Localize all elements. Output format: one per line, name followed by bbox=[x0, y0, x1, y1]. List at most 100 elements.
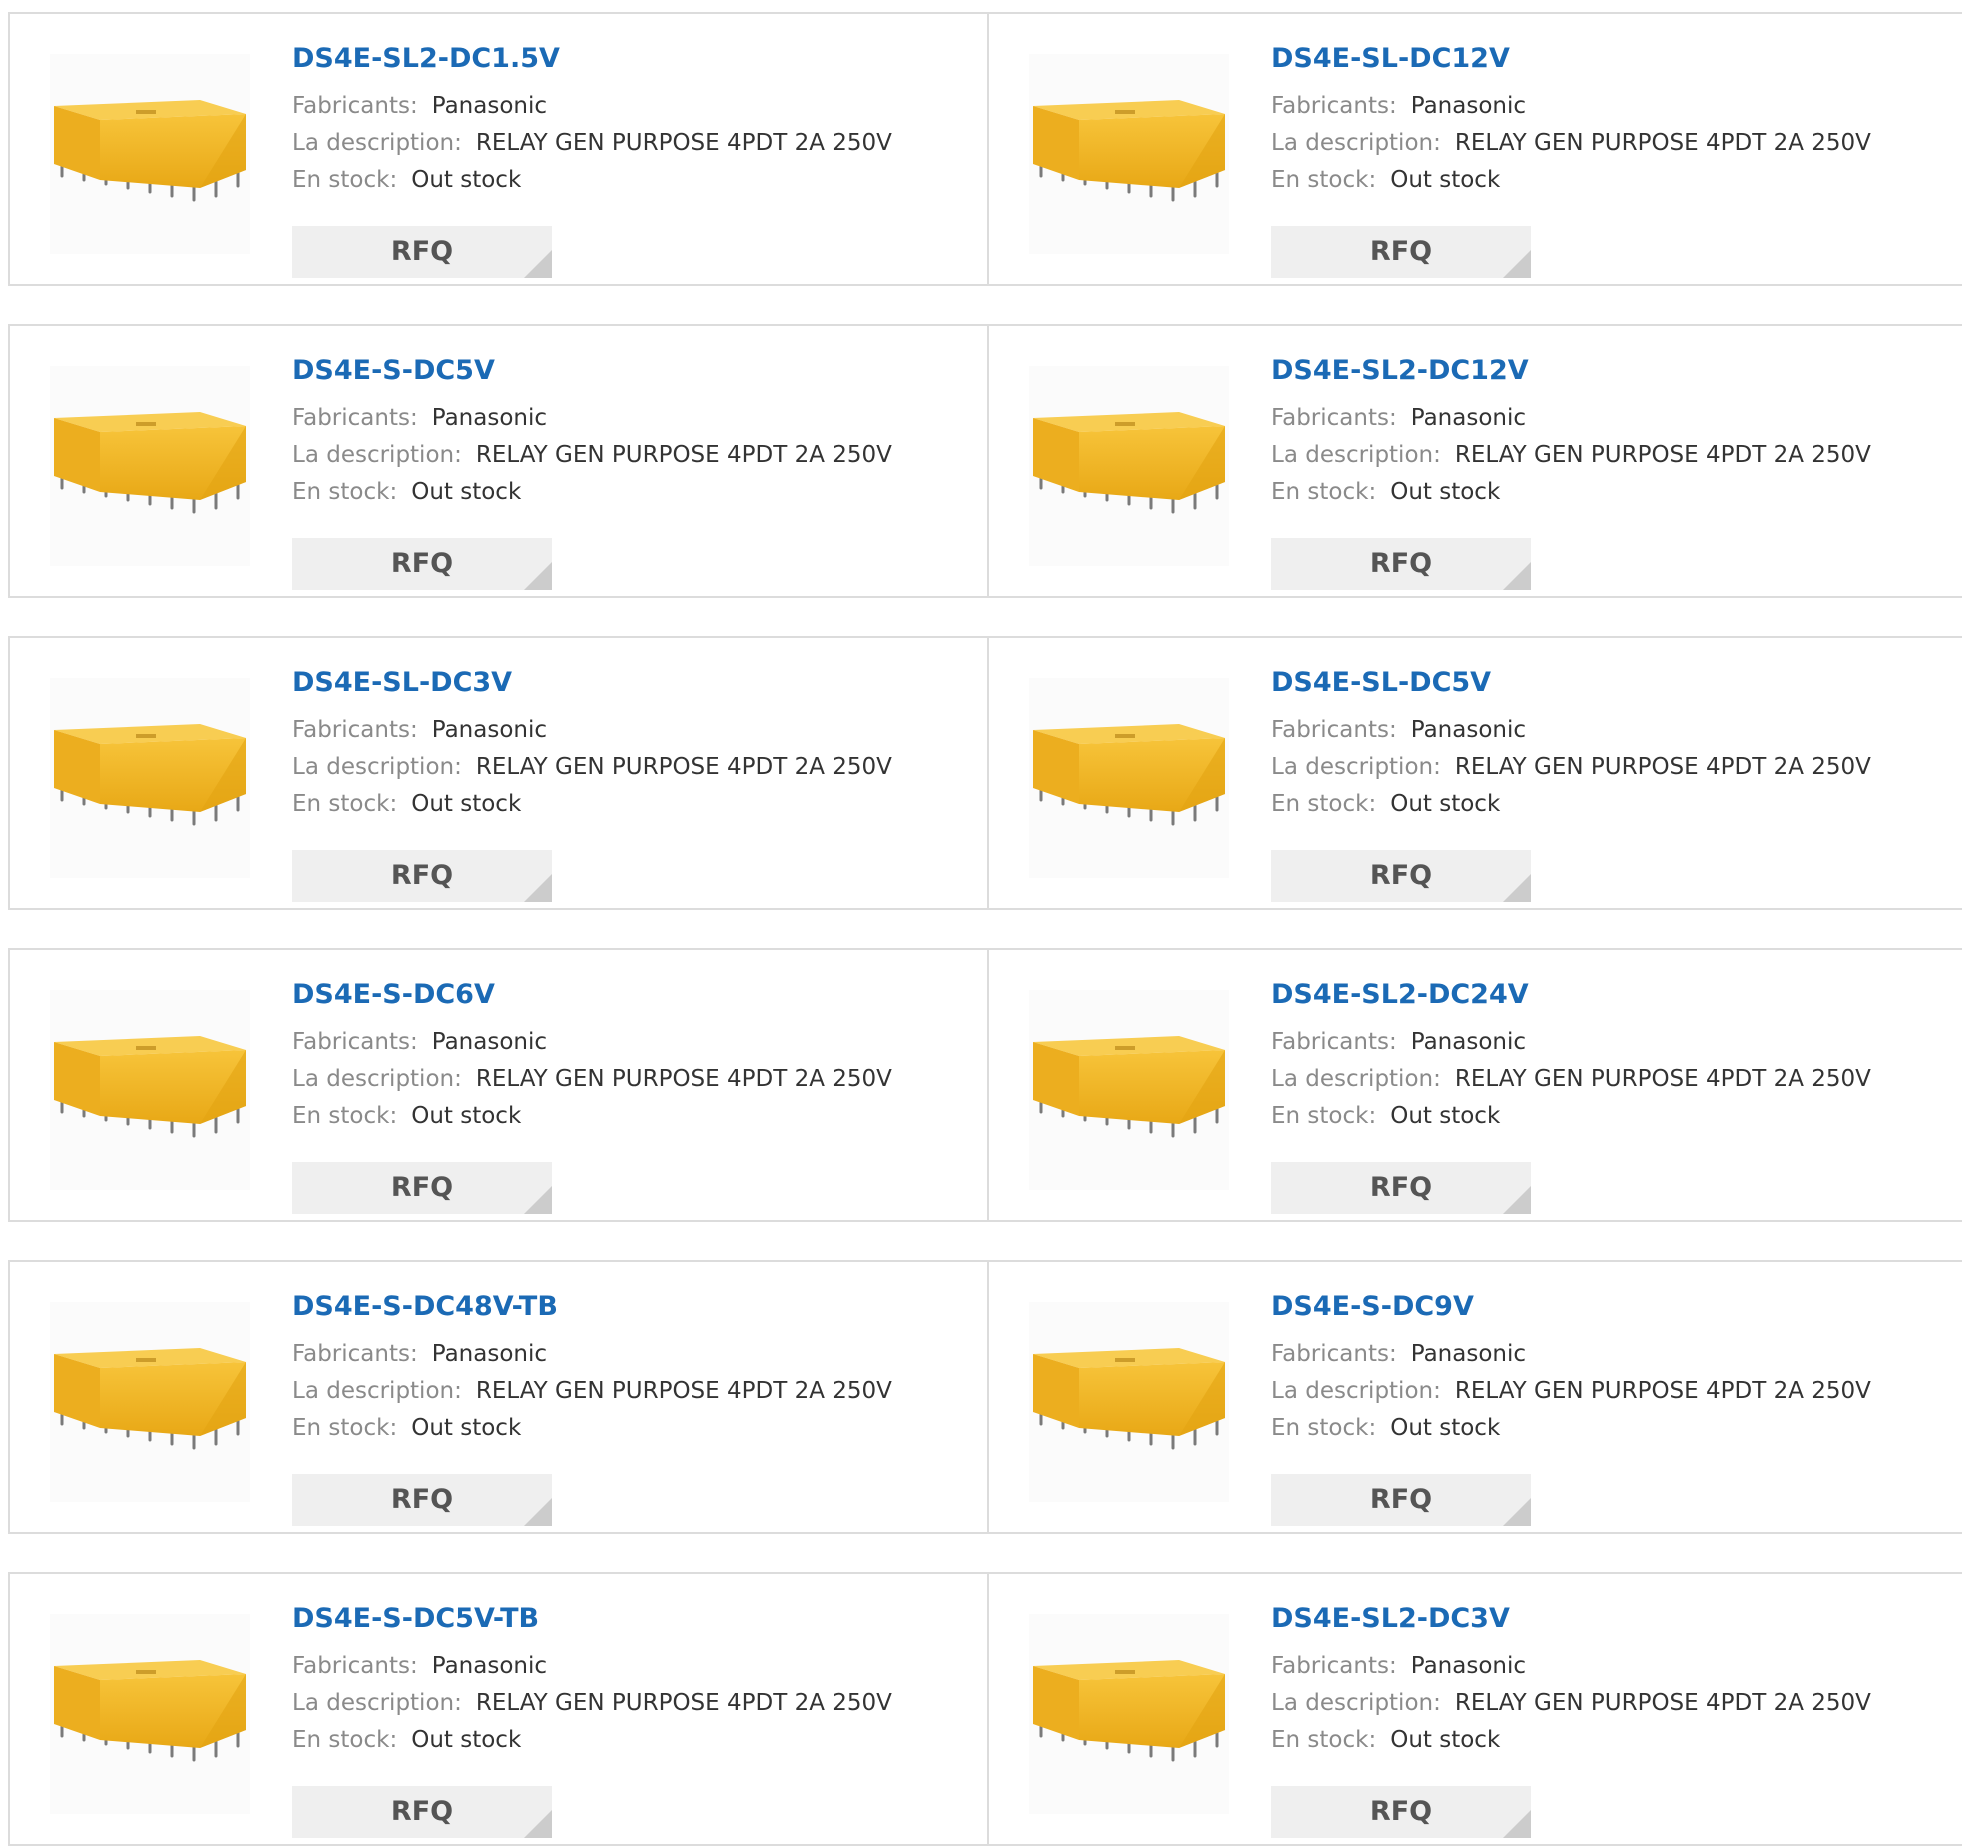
description-label: La description: bbox=[1271, 1066, 1441, 1092]
manufacturer-label: Fabricants: bbox=[292, 93, 418, 119]
description-value: RELAY GEN PURPOSE 4PDT 2A 250V bbox=[475, 1066, 892, 1092]
rfq-button[interactable]: RFQ bbox=[292, 226, 552, 278]
relay-icon bbox=[54, 412, 246, 514]
description-value: RELAY GEN PURPOSE 4PDT 2A 250V bbox=[475, 130, 892, 156]
stock-row: En stock: Out stock bbox=[292, 474, 892, 511]
manufacturer-row: Fabricants: Panasonic bbox=[1271, 1648, 1871, 1685]
description-value: RELAY GEN PURPOSE 4PDT 2A 250V bbox=[1454, 1066, 1871, 1092]
stock-label: En stock: bbox=[292, 791, 398, 817]
description-value: RELAY GEN PURPOSE 4PDT 2A 250V bbox=[475, 1378, 892, 1404]
relay-image[interactable] bbox=[1029, 678, 1229, 878]
description-row: La description: RELAY GEN PURPOSE 4PDT 2A… bbox=[1271, 437, 1871, 474]
rfq-button-label: RFQ bbox=[390, 236, 454, 267]
manufacturer-row: Fabricants: Panasonic bbox=[1271, 1336, 1871, 1373]
corner-triangle-icon bbox=[524, 562, 552, 590]
manufacturer-label: Fabricants: bbox=[1271, 405, 1397, 431]
rfq-button-label: RFQ bbox=[390, 860, 454, 891]
part-number-link[interactable]: DS4E-SL-DC3V bbox=[292, 666, 892, 700]
manufacturer-label: Fabricants: bbox=[1271, 93, 1397, 119]
relay-image[interactable] bbox=[50, 1302, 250, 1502]
product-card: DS4E-S-DC5V-TB Fabricants: Panasonic La d… bbox=[8, 1572, 987, 1846]
relay-image[interactable] bbox=[50, 366, 250, 566]
part-number-link[interactable]: DS4E-SL2-DC24V bbox=[1271, 978, 1871, 1012]
product-grid: DS4E-SL2-DC1.5V Fabricants: Panasonic La … bbox=[8, 12, 1962, 1846]
rfq-button-label: RFQ bbox=[1369, 860, 1433, 891]
part-number-link[interactable]: DS4E-SL-DC5V bbox=[1271, 666, 1871, 700]
product-card: DS4E-SL2-DC3V Fabricants: Panasonic La de… bbox=[987, 1572, 1962, 1846]
rfq-button[interactable]: RFQ bbox=[292, 1786, 552, 1838]
rfq-button[interactable]: RFQ bbox=[1271, 226, 1531, 278]
manufacturer-value: Panasonic bbox=[431, 1029, 548, 1055]
description-row: La description: RELAY GEN PURPOSE 4PDT 2A… bbox=[1271, 125, 1871, 162]
manufacturer-row: Fabricants: Panasonic bbox=[1271, 88, 1871, 125]
rfq-button-label: RFQ bbox=[390, 1484, 454, 1515]
product-card: DS4E-S-DC9V Fabricants: Panasonic La desc… bbox=[987, 1260, 1962, 1534]
relay-image[interactable] bbox=[1029, 1302, 1229, 1502]
part-number-link[interactable]: DS4E-SL2-DC1.5V bbox=[292, 42, 892, 76]
corner-triangle-icon bbox=[1503, 1810, 1531, 1838]
rfq-button[interactable]: RFQ bbox=[292, 538, 552, 590]
product-info: DS4E-S-DC5V Fabricants: Panasonic La desc… bbox=[292, 354, 892, 590]
relay-image[interactable] bbox=[50, 54, 250, 254]
manufacturer-value: Panasonic bbox=[1410, 93, 1527, 119]
stock-row: En stock: Out stock bbox=[292, 1410, 892, 1447]
relay-image[interactable] bbox=[1029, 366, 1229, 566]
part-number-link[interactable]: DS4E-SL-DC12V bbox=[1271, 42, 1871, 76]
manufacturer-row: Fabricants: Panasonic bbox=[292, 1648, 892, 1685]
stock-label: En stock: bbox=[292, 167, 398, 193]
stock-label: En stock: bbox=[1271, 167, 1377, 193]
part-number-link[interactable]: DS4E-S-DC6V bbox=[292, 978, 892, 1012]
rfq-button[interactable]: RFQ bbox=[1271, 1162, 1531, 1214]
part-number-link[interactable]: DS4E-S-DC5V-TB bbox=[292, 1602, 892, 1636]
manufacturer-value: Panasonic bbox=[431, 93, 548, 119]
manufacturer-row: Fabricants: Panasonic bbox=[292, 400, 892, 437]
description-label: La description: bbox=[292, 754, 462, 780]
relay-image[interactable] bbox=[50, 990, 250, 1190]
part-number-link[interactable]: DS4E-S-DC48V-TB bbox=[292, 1290, 892, 1324]
rfq-button-label: RFQ bbox=[1369, 548, 1433, 579]
relay-icon bbox=[54, 724, 246, 826]
stock-value: Out stock bbox=[1390, 1727, 1501, 1753]
stock-value: Out stock bbox=[1390, 167, 1501, 193]
rfq-button[interactable]: RFQ bbox=[1271, 850, 1531, 902]
rfq-button[interactable]: RFQ bbox=[1271, 1474, 1531, 1526]
rfq-button-label: RFQ bbox=[390, 1172, 454, 1203]
rfq-button-label: RFQ bbox=[1369, 1796, 1433, 1827]
description-value: RELAY GEN PURPOSE 4PDT 2A 250V bbox=[1454, 754, 1871, 780]
part-number-link[interactable]: DS4E-S-DC9V bbox=[1271, 1290, 1871, 1324]
corner-triangle-icon bbox=[524, 874, 552, 902]
relay-icon bbox=[54, 1348, 246, 1450]
relay-image[interactable] bbox=[50, 1614, 250, 1814]
product-info: DS4E-SL2-DC12V Fabricants: Panasonic La d… bbox=[1271, 354, 1871, 590]
rfq-button[interactable]: RFQ bbox=[292, 850, 552, 902]
stock-row: En stock: Out stock bbox=[292, 162, 892, 199]
relay-image[interactable] bbox=[1029, 990, 1229, 1190]
stock-row: En stock: Out stock bbox=[292, 1098, 892, 1135]
stock-value: Out stock bbox=[1390, 1103, 1501, 1129]
stock-value: Out stock bbox=[411, 791, 522, 817]
relay-image[interactable] bbox=[1029, 54, 1229, 254]
manufacturer-label: Fabricants: bbox=[292, 717, 418, 743]
relay-image[interactable] bbox=[50, 678, 250, 878]
description-row: La description: RELAY GEN PURPOSE 4PDT 2A… bbox=[292, 1061, 892, 1098]
stock-row: En stock: Out stock bbox=[1271, 474, 1871, 511]
description-label: La description: bbox=[292, 1066, 462, 1092]
part-number-link[interactable]: DS4E-SL2-DC12V bbox=[1271, 354, 1871, 388]
rfq-button[interactable]: RFQ bbox=[292, 1162, 552, 1214]
relay-image[interactable] bbox=[1029, 1614, 1229, 1814]
stock-label: En stock: bbox=[292, 1415, 398, 1441]
description-label: La description: bbox=[292, 1378, 462, 1404]
rfq-button[interactable]: RFQ bbox=[292, 1474, 552, 1526]
rfq-button-label: RFQ bbox=[390, 1796, 454, 1827]
rfq-button-label: RFQ bbox=[390, 548, 454, 579]
rfq-button[interactable]: RFQ bbox=[1271, 538, 1531, 590]
rfq-button[interactable]: RFQ bbox=[1271, 1786, 1531, 1838]
corner-triangle-icon bbox=[1503, 250, 1531, 278]
rfq-button-label: RFQ bbox=[1369, 1172, 1433, 1203]
manufacturer-row: Fabricants: Panasonic bbox=[292, 1024, 892, 1061]
part-number-link[interactable]: DS4E-SL2-DC3V bbox=[1271, 1602, 1871, 1636]
stock-value: Out stock bbox=[411, 1103, 522, 1129]
part-number-link[interactable]: DS4E-S-DC5V bbox=[292, 354, 892, 388]
product-info: DS4E-S-DC48V-TB Fabricants: Panasonic La … bbox=[292, 1290, 892, 1526]
corner-triangle-icon bbox=[524, 250, 552, 278]
